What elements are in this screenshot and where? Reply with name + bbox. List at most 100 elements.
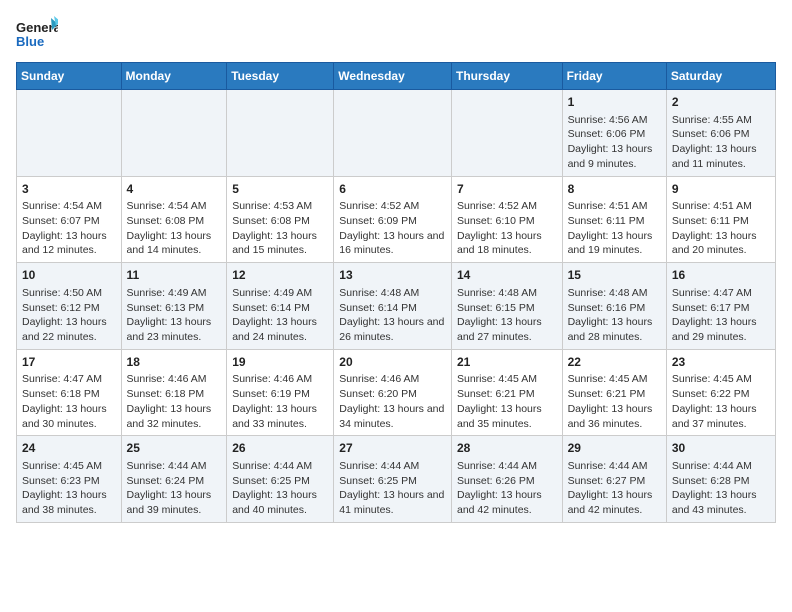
calendar-cell <box>451 90 562 177</box>
cell-daylight: Daylight: 13 hours and 39 minutes. <box>127 489 212 516</box>
cell-sunrise: Sunrise: 4:49 AM <box>127 287 207 299</box>
calendar-cell: 9Sunrise: 4:51 AMSunset: 6:11 PMDaylight… <box>666 176 775 263</box>
calendar-cell: 21Sunrise: 4:45 AMSunset: 6:21 PMDayligh… <box>451 349 562 436</box>
cell-sunrise: Sunrise: 4:46 AM <box>339 373 419 385</box>
calendar-table: SundayMondayTuesdayWednesdayThursdayFrid… <box>16 62 776 523</box>
cell-sunrise: Sunrise: 4:54 AM <box>127 200 207 212</box>
calendar-cell: 3 Sunrise: 4:54 AM Sunset: 6:07 PM Daylight… <box>17 176 122 263</box>
day-number: 30 <box>672 440 770 457</box>
cell-sunrise: Sunrise: 4:44 AM <box>232 460 312 472</box>
cell-sunset: Sunset: 6:13 PM <box>127 302 205 314</box>
cell-daylight: Daylight: 13 hours and 41 minutes. <box>339 489 444 516</box>
day-number: 19 <box>232 354 328 371</box>
cell-sunset: Sunset: 6:26 PM <box>457 475 535 487</box>
cell-daylight: Daylight: 13 hours and 28 minutes. <box>568 316 653 343</box>
cell-sunrise: Sunrise: 4:48 AM <box>339 287 419 299</box>
cell-daylight: Daylight: 13 hours and 36 minutes. <box>568 403 653 430</box>
calendar-cell: 28Sunrise: 4:44 AMSunset: 6:26 PMDayligh… <box>451 436 562 523</box>
day-number: 5 <box>232 181 328 198</box>
cell-daylight: Daylight: 13 hours and 16 minutes. <box>339 230 444 257</box>
calendar-cell: 18Sunrise: 4:46 AMSunset: 6:18 PMDayligh… <box>121 349 227 436</box>
calendar-cell: 10Sunrise: 4:50 AMSunset: 6:12 PMDayligh… <box>17 263 122 350</box>
cell-sunset: Sunset: 6:06 PM <box>672 128 750 140</box>
cell-sunset: Sunset: 6:20 PM <box>339 388 417 400</box>
cell-daylight: Daylight: 13 hours and 24 minutes. <box>232 316 317 343</box>
cell-sunrise: Sunrise: 4:45 AM <box>22 460 102 472</box>
weekday-header-friday: Friday <box>562 63 666 90</box>
calendar-cell: 6 Sunrise: 4:52 AM Sunset: 6:09 PM Daylight… <box>334 176 452 263</box>
cell-sunset: Sunset: 6:25 PM <box>339 475 417 487</box>
cell-sunset: Sunset: 6:27 PM <box>568 475 646 487</box>
cell-daylight: Daylight: 13 hours and 34 minutes. <box>339 403 444 430</box>
cell-sunset: Sunset: 6:19 PM <box>232 388 310 400</box>
day-number: 20 <box>339 354 446 371</box>
cell-sunset: Sunset: 6:21 PM <box>457 388 535 400</box>
page-header: General Blue <box>16 16 776 54</box>
cell-sunrise: Sunrise: 4:51 AM <box>672 200 752 212</box>
day-number: 15 <box>568 267 661 284</box>
cell-daylight: Daylight: 13 hours and 37 minutes. <box>672 403 757 430</box>
cell-sunrise: Sunrise: 4:46 AM <box>127 373 207 385</box>
cell-daylight: Daylight: 13 hours and 11 minutes. <box>672 143 757 170</box>
calendar-cell: 15Sunrise: 4:48 AMSunset: 6:16 PMDayligh… <box>562 263 666 350</box>
day-number: 29 <box>568 440 661 457</box>
calendar-cell: 23Sunrise: 4:45 AMSunset: 6:22 PMDayligh… <box>666 349 775 436</box>
cell-daylight: Daylight: 13 hours and 30 minutes. <box>22 403 107 430</box>
cell-daylight: Daylight: 13 hours and 19 minutes. <box>568 230 653 257</box>
cell-sunrise: Sunrise: 4:56 AM <box>568 114 648 126</box>
cell-daylight: Daylight: 13 hours and 40 minutes. <box>232 489 317 516</box>
cell-sunset: Sunset: 6:06 PM <box>568 128 646 140</box>
calendar-week-1: 1 Sunrise: 4:56 AM Sunset: 6:06 PM Daylight… <box>17 90 776 177</box>
calendar-cell: 24Sunrise: 4:45 AMSunset: 6:23 PMDayligh… <box>17 436 122 523</box>
day-number: 4 <box>127 181 222 198</box>
calendar-cell: 11Sunrise: 4:49 AMSunset: 6:13 PMDayligh… <box>121 263 227 350</box>
cell-sunset: Sunset: 6:09 PM <box>339 215 417 227</box>
cell-sunrise: Sunrise: 4:53 AM <box>232 200 312 212</box>
cell-sunset: Sunset: 6:12 PM <box>22 302 100 314</box>
day-number: 6 <box>339 181 446 198</box>
cell-sunset: Sunset: 6:15 PM <box>457 302 535 314</box>
cell-daylight: Daylight: 13 hours and 14 minutes. <box>127 230 212 257</box>
cell-sunset: Sunset: 6:14 PM <box>232 302 310 314</box>
day-number: 27 <box>339 440 446 457</box>
cell-daylight: Daylight: 13 hours and 18 minutes. <box>457 230 542 257</box>
day-number: 1 <box>568 94 661 111</box>
cell-sunrise: Sunrise: 4:54 AM <box>22 200 102 212</box>
calendar-cell: 27Sunrise: 4:44 AMSunset: 6:25 PMDayligh… <box>334 436 452 523</box>
calendar-week-3: 10Sunrise: 4:50 AMSunset: 6:12 PMDayligh… <box>17 263 776 350</box>
calendar-cell: 17Sunrise: 4:47 AMSunset: 6:18 PMDayligh… <box>17 349 122 436</box>
cell-daylight: Daylight: 13 hours and 27 minutes. <box>457 316 542 343</box>
svg-text:Blue: Blue <box>16 34 44 49</box>
calendar-cell: 1 Sunrise: 4:56 AM Sunset: 6:06 PM Daylight… <box>562 90 666 177</box>
calendar-cell: 13Sunrise: 4:48 AMSunset: 6:14 PMDayligh… <box>334 263 452 350</box>
cell-sunrise: Sunrise: 4:44 AM <box>568 460 648 472</box>
cell-daylight: Daylight: 13 hours and 38 minutes. <box>22 489 107 516</box>
calendar-cell: 8Sunrise: 4:51 AMSunset: 6:11 PMDaylight… <box>562 176 666 263</box>
cell-sunrise: Sunrise: 4:50 AM <box>22 287 102 299</box>
cell-sunrise: Sunrise: 4:45 AM <box>568 373 648 385</box>
cell-sunrise: Sunrise: 4:51 AM <box>568 200 648 212</box>
calendar-cell: 19Sunrise: 4:46 AMSunset: 6:19 PMDayligh… <box>227 349 334 436</box>
logo: General Blue <box>16 16 58 54</box>
day-number: 9 <box>672 181 770 198</box>
cell-sunrise: Sunrise: 4:44 AM <box>457 460 537 472</box>
cell-daylight: Daylight: 13 hours and 29 minutes. <box>672 316 757 343</box>
cell-daylight: Daylight: 13 hours and 9 minutes. <box>568 143 653 170</box>
cell-sunset: Sunset: 6:11 PM <box>672 215 749 227</box>
cell-daylight: Daylight: 13 hours and 42 minutes. <box>457 489 542 516</box>
cell-sunset: Sunset: 6:18 PM <box>127 388 205 400</box>
day-number: 18 <box>127 354 222 371</box>
calendar-cell: 4Sunrise: 4:54 AMSunset: 6:08 PMDaylight… <box>121 176 227 263</box>
day-number: 3 <box>22 181 116 198</box>
cell-sunrise: Sunrise: 4:47 AM <box>22 373 102 385</box>
weekday-header-tuesday: Tuesday <box>227 63 334 90</box>
cell-sunrise: Sunrise: 4:45 AM <box>457 373 537 385</box>
weekday-header-monday: Monday <box>121 63 227 90</box>
day-number: 8 <box>568 181 661 198</box>
cell-sunrise: Sunrise: 4:52 AM <box>339 200 419 212</box>
cell-sunset: Sunset: 6:23 PM <box>22 475 100 487</box>
cell-daylight: Daylight: 13 hours and 12 minutes. <box>22 230 107 257</box>
day-number: 7 <box>457 181 557 198</box>
cell-sunrise: Sunrise: 4:48 AM <box>568 287 648 299</box>
cell-sunset: Sunset: 6:07 PM <box>22 215 100 227</box>
